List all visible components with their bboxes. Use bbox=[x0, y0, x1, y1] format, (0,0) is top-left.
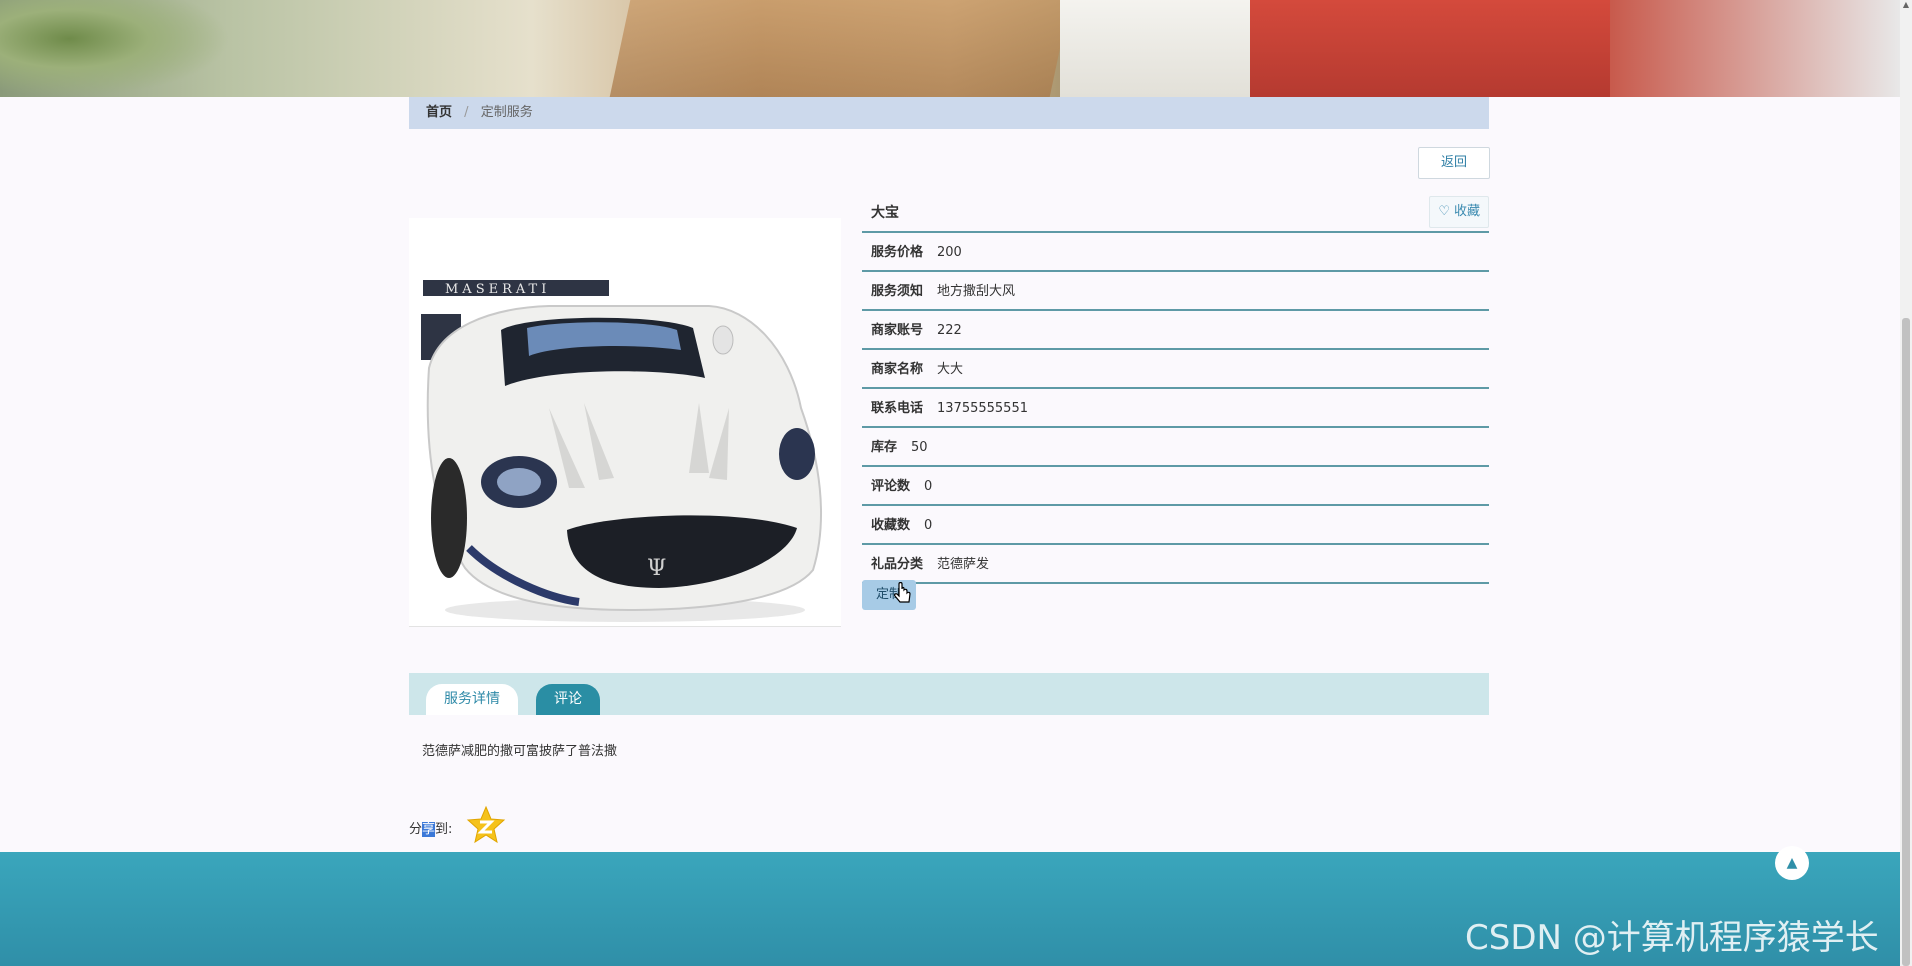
detail-label: 联系电话 bbox=[871, 401, 924, 416]
share-suffix: 到: bbox=[435, 822, 453, 837]
product-image: MASERATI Ψ bbox=[409, 218, 841, 627]
share-highlight: 享 bbox=[422, 822, 436, 837]
service-description: 范德萨减肥的撒可富披萨了普法撒 bbox=[422, 744, 618, 759]
heart-icon: ♡ bbox=[1438, 204, 1450, 219]
detail-label: 服务价格 bbox=[871, 245, 924, 260]
detail-value: 50 bbox=[911, 440, 928, 455]
detail-row-price: 服务价格 200 bbox=[862, 235, 1489, 272]
back-button[interactable]: 返回 bbox=[1418, 147, 1490, 179]
page: 首页 / 定制服务 返回 MASERATI Ψ 大宝 ♡ 收藏 服务价格 200… bbox=[0, 0, 1912, 966]
share-prefix: 分 bbox=[409, 822, 423, 837]
product-name: 大宝 bbox=[871, 205, 899, 221]
detail-value: 13755555551 bbox=[937, 401, 1028, 416]
detail-value: 范德萨发 bbox=[937, 557, 990, 572]
qzone-icon[interactable] bbox=[466, 805, 506, 845]
favorite-button[interactable]: ♡ 收藏 bbox=[1429, 196, 1489, 228]
detail-label: 服务须知 bbox=[871, 284, 924, 299]
detail-row-category: 礼品分类 范德萨发 bbox=[862, 547, 1489, 584]
detail-label: 商家账号 bbox=[871, 323, 924, 338]
car-brand-text: MASERATI bbox=[445, 282, 550, 297]
watermark: CSDN @计算机程序猿学长 bbox=[1465, 918, 1879, 958]
favorite-label: 收藏 bbox=[1453, 204, 1480, 219]
detail-label: 库存 bbox=[871, 440, 898, 455]
detail-value: 大大 bbox=[937, 362, 964, 377]
detail-value: 200 bbox=[937, 245, 962, 260]
detail-value: 地方撒刮大风 bbox=[937, 284, 1016, 299]
product-title-row: 大宝 ♡ 收藏 bbox=[862, 196, 1489, 233]
breadcrumb-home[interactable]: 首页 bbox=[426, 105, 452, 120]
detail-value: 0 bbox=[924, 518, 933, 533]
tab-service-details[interactable]: 服务详情 bbox=[426, 684, 518, 715]
detail-value: 0 bbox=[924, 479, 933, 494]
top-banner bbox=[0, 0, 1900, 97]
detail-label: 商家名称 bbox=[871, 362, 924, 377]
scroll-thumb[interactable] bbox=[1902, 318, 1910, 966]
scrollbar[interactable]: ▲ bbox=[1900, 0, 1912, 966]
cursor-icon bbox=[894, 581, 912, 609]
detail-row-merchant-name: 商家名称 大大 bbox=[862, 352, 1489, 389]
arrow-up-icon[interactable]: ▲ bbox=[1775, 846, 1809, 880]
scroll-up-icon[interactable]: ▲ bbox=[1902, 0, 1910, 10]
svg-text:Ψ: Ψ bbox=[647, 556, 666, 581]
detail-label: 评论数 bbox=[871, 479, 911, 494]
breadcrumb-current: 定制服务 bbox=[480, 105, 533, 120]
share-label: 分享到: bbox=[409, 818, 452, 837]
tab-bar: 服务详情 评论 bbox=[409, 673, 1489, 715]
detail-value: 222 bbox=[937, 323, 962, 338]
detail-row-stock: 库存 50 bbox=[862, 430, 1489, 467]
product-details: 大宝 ♡ 收藏 服务价格 200 服务须知 地方撒刮大风 商家账号 222 商家名称 大大… bbox=[862, 196, 1489, 586]
tab-comments[interactable]: 评论 bbox=[536, 684, 600, 715]
detail-label: 收藏数 bbox=[871, 518, 911, 533]
detail-row-merchant-account: 商家账号 222 bbox=[862, 313, 1489, 350]
detail-row-favorites: 收藏数 0 bbox=[862, 508, 1489, 545]
detail-row-comments: 评论数 0 bbox=[862, 469, 1489, 506]
breadcrumb: 首页 / 定制服务 bbox=[409, 97, 1489, 129]
detail-label: 礼品分类 bbox=[871, 557, 924, 572]
breadcrumb-separator: / bbox=[464, 105, 469, 120]
detail-row-notice: 服务须知 地方撒刮大风 bbox=[862, 274, 1489, 311]
detail-row-phone: 联系电话 13755555551 bbox=[862, 391, 1489, 428]
